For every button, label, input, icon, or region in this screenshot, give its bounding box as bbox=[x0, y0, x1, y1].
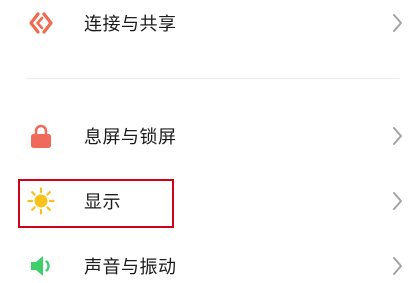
settings-item-label: 连接与共享 bbox=[84, 14, 177, 35]
chevron-right-icon bbox=[392, 13, 404, 33]
settings-item-lock-screen[interactable]: 息屏与锁屏 bbox=[0, 110, 413, 162]
section-divider bbox=[26, 78, 399, 79]
settings-item-label: 声音与振动 bbox=[84, 257, 177, 278]
lock-icon bbox=[26, 121, 56, 151]
speaker-icon bbox=[26, 251, 56, 281]
connection-share-icon bbox=[26, 8, 56, 38]
settings-item-label: 息屏与锁屏 bbox=[84, 127, 177, 148]
chevron-right-icon bbox=[392, 256, 404, 276]
settings-item-label: 显示 bbox=[84, 192, 121, 213]
chevron-right-icon bbox=[392, 191, 404, 211]
settings-screen: 连接与共享 息屏与锁屏 显示 声音与振动 bbox=[0, 0, 413, 283]
settings-item-display[interactable]: 显示 bbox=[0, 175, 413, 227]
settings-item-connection-share[interactable]: 连接与共享 bbox=[0, 0, 413, 49]
settings-item-sound-vibration[interactable]: 声音与振动 bbox=[0, 240, 413, 283]
sun-icon bbox=[26, 186, 56, 216]
chevron-right-icon bbox=[392, 126, 404, 146]
